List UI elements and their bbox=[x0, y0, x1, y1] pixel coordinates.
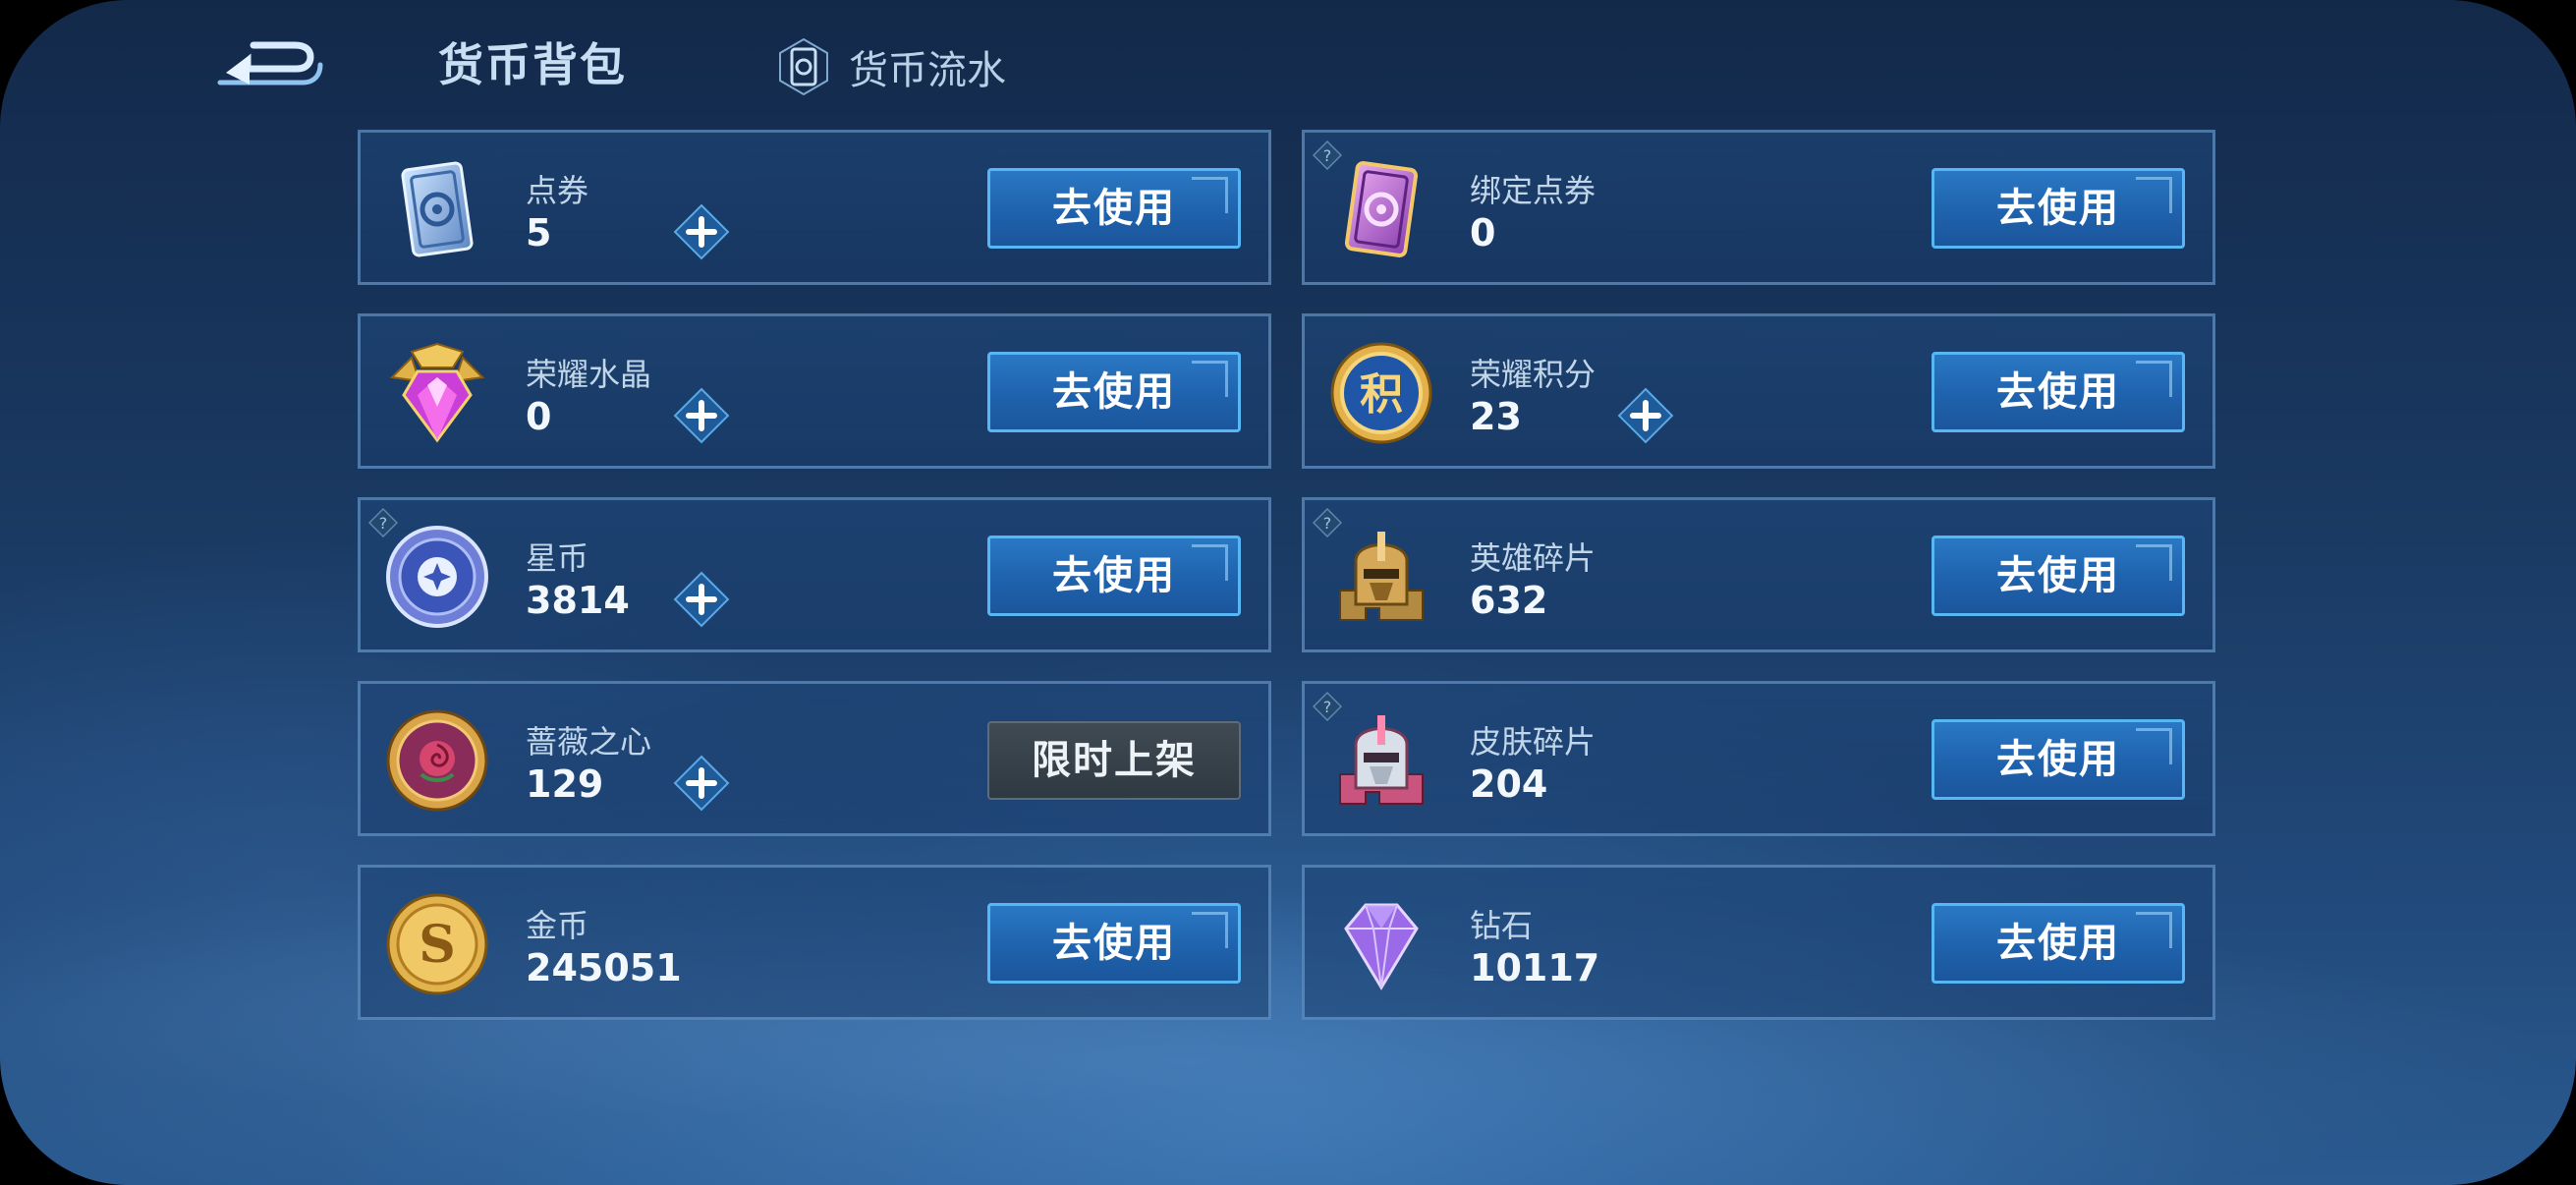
back-button[interactable] bbox=[214, 35, 324, 94]
currency-amount: 0 bbox=[526, 395, 552, 438]
diamond-icon bbox=[1344, 903, 1419, 990]
currency-card-rose-heart: 蔷薇之心 129 限时上架 bbox=[358, 681, 1271, 836]
currency-card-diamond: 钻石 10117 去使用 bbox=[1302, 865, 2215, 1020]
coupon-icon bbox=[779, 37, 828, 96]
coupon-icon bbox=[401, 161, 474, 257]
currency-name: 皮肤碎片 bbox=[1470, 723, 1596, 761]
currency-card-hero-fragment: ? 英雄碎片 632 去使用 bbox=[1302, 497, 2215, 652]
svg-text:S: S bbox=[419, 915, 456, 975]
currency-amount: 3814 bbox=[526, 579, 630, 622]
currency-amount: 632 bbox=[1470, 579, 1548, 622]
currency-amount: 204 bbox=[1470, 762, 1548, 806]
currency-backpack-screen: 货币背包 货币流水 点券 5 去使用 ? 绑定点券 0 去使用 荣耀水晶 0 去… bbox=[0, 0, 2576, 1185]
use-button[interactable]: 去使用 bbox=[1932, 903, 2185, 984]
currency-card-coupon: 点券 5 去使用 bbox=[358, 130, 1271, 285]
add-coupon-button[interactable] bbox=[673, 203, 730, 260]
currency-name: 星币 bbox=[526, 539, 589, 577]
use-button[interactable]: 去使用 bbox=[1932, 168, 2185, 249]
currency-card-glory-points: 积 荣耀积分 23 去使用 bbox=[1302, 313, 2215, 469]
currency-card-skin-fragment: ? 皮肤碎片 204 去使用 bbox=[1302, 681, 2215, 836]
currency-card-star-coin: ? 星币 3814 去使用 bbox=[358, 497, 1271, 652]
tab-currency-ledger-label: 货币流水 bbox=[849, 48, 1006, 93]
limited-time-button[interactable]: 限时上架 bbox=[987, 721, 1241, 800]
use-button[interactable]: 去使用 bbox=[1932, 536, 2185, 616]
glory-points-icon: 积 bbox=[1330, 342, 1432, 444]
add-glory-points-button[interactable] bbox=[1617, 387, 1674, 444]
currency-name: 荣耀水晶 bbox=[526, 356, 652, 393]
use-button[interactable]: 去使用 bbox=[1932, 719, 2185, 800]
skin-fragment-icon bbox=[1339, 715, 1424, 805]
currency-name: 点券 bbox=[526, 172, 589, 209]
use-button[interactable]: 去使用 bbox=[1932, 352, 2185, 432]
currency-amount: 0 bbox=[1470, 211, 1496, 254]
currency-name: 蔷薇之心 bbox=[526, 723, 652, 761]
add-glory-crystal-button[interactable] bbox=[673, 387, 730, 444]
currency-name: 金币 bbox=[526, 907, 589, 944]
currency-card-glory-crystal: 荣耀水晶 0 去使用 bbox=[358, 313, 1271, 469]
star-coin-icon bbox=[386, 526, 488, 628]
back-arrow-icon bbox=[217, 41, 323, 85]
currency-amount: 23 bbox=[1470, 395, 1522, 438]
use-button[interactable]: 去使用 bbox=[987, 168, 1241, 249]
hero-fragment-icon bbox=[1339, 532, 1424, 621]
use-button[interactable]: 去使用 bbox=[987, 352, 1241, 432]
use-button[interactable]: 去使用 bbox=[987, 903, 1241, 984]
rose-heart-icon bbox=[386, 709, 488, 812]
currency-amount: 245051 bbox=[526, 946, 682, 989]
currency-name: 绑定点券 bbox=[1470, 172, 1596, 209]
add-star-coin-button[interactable] bbox=[673, 571, 730, 628]
gold-coin-icon: S bbox=[386, 893, 488, 995]
use-button[interactable]: 去使用 bbox=[987, 536, 1241, 616]
currency-card-bound-coupon: ? 绑定点券 0 去使用 bbox=[1302, 130, 2215, 285]
currency-name: 钻石 bbox=[1470, 907, 1534, 944]
currency-card-gold-coin: S 金币 245051 去使用 bbox=[358, 865, 1271, 1020]
currency-amount: 10117 bbox=[1470, 946, 1600, 989]
currency-amount: 5 bbox=[526, 211, 552, 254]
currency-amount: 129 bbox=[526, 762, 604, 806]
tab-currency-backpack[interactable]: 货币背包 bbox=[438, 33, 627, 96]
glory-crystal-icon bbox=[389, 342, 485, 443]
svg-text:积: 积 bbox=[1360, 369, 1403, 420]
currency-name: 英雄碎片 bbox=[1470, 539, 1596, 577]
bound-coupon-icon bbox=[1344, 161, 1419, 257]
tab-currency-ledger[interactable]: 货币流水 bbox=[776, 35, 1006, 98]
currency-name: 荣耀积分 bbox=[1470, 356, 1596, 393]
add-rose-heart-button[interactable] bbox=[673, 755, 730, 812]
